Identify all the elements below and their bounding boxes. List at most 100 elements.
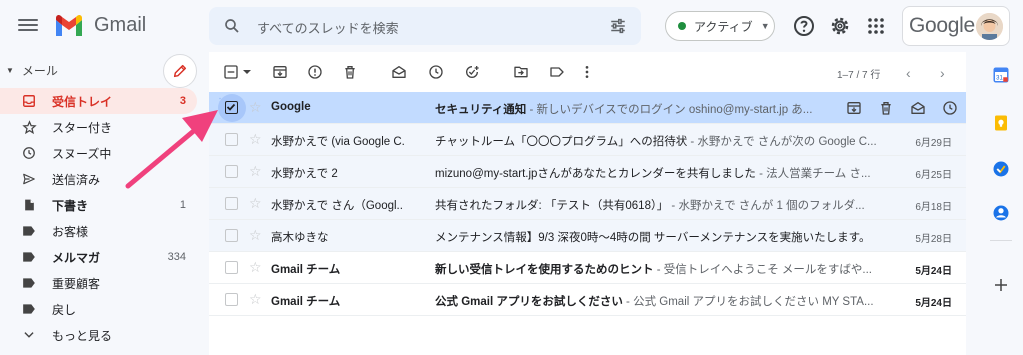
email-row[interactable]: ☆ 水野かえで (via Google C. チャットルーム「〇〇〇プログラム」…: [209, 124, 966, 156]
search-bar[interactable]: すべてのスレッドを検索: [209, 7, 641, 45]
sidebar-item-label: スヌーズ中: [52, 146, 112, 161]
tasks-icon[interactable]: [992, 160, 1010, 178]
email-sender: 水野かえで 2: [271, 168, 338, 180]
add-addon-icon[interactable]: [992, 276, 1010, 294]
more-options-icon[interactable]: [583, 64, 591, 80]
email-sender: Gmail チーム: [271, 296, 341, 308]
sidebar-item-label: 下書き: [52, 198, 89, 213]
mail-list-panel: 1–7 / 7 行 ‹ › ⋮⋮ ☆ Google セキュリティ通知 - 新しい…: [209, 52, 966, 355]
email-row[interactable]: ☆ Gmail チーム 公式 Gmail アプリをお試しください - 公式 Gm…: [209, 284, 966, 316]
star-toggle-icon[interactable]: ☆: [249, 99, 262, 116]
email-subject: 共有されたフォルダ: 「テスト（共有0618）」: [435, 200, 669, 212]
delete-icon[interactable]: [342, 64, 358, 80]
email-row[interactable]: ☆ 水野かえで 2 mizuno@my-start.jpさんがあなたとカレンダー…: [209, 156, 966, 188]
snooze-icon[interactable]: [942, 100, 958, 116]
email-snippet: - 受信トレイへようこそ メールをすばや...: [653, 264, 872, 276]
mark-as-read-icon[interactable]: [910, 100, 926, 116]
star-toggle-icon[interactable]: ☆: [249, 195, 262, 212]
email-date: 6月18日: [915, 202, 952, 213]
calendar-icon[interactable]: 31: [992, 66, 1010, 84]
sidebar-item-drafts[interactable]: 下書き 1: [0, 192, 197, 218]
archive-icon[interactable]: [272, 64, 288, 80]
label-icon: [21, 275, 37, 291]
search-icon[interactable]: [223, 17, 241, 35]
email-snippet: - 法人営業チーム さ...: [755, 168, 871, 180]
row-checkbox[interactable]: [225, 197, 238, 210]
star-icon: [21, 119, 37, 135]
delete-icon[interactable]: [878, 100, 894, 116]
add-to-tasks-icon[interactable]: [464, 64, 480, 80]
select-dropdown-icon[interactable]: [242, 64, 252, 80]
email-date: 6月29日: [915, 138, 952, 149]
chevron-down-icon: [21, 327, 37, 343]
label-icon: [21, 301, 37, 317]
row-checkbox[interactable]: [225, 261, 238, 274]
label-as-icon[interactable]: [549, 64, 565, 80]
keep-icon[interactable]: [992, 114, 1010, 132]
email-sender: 高木ゆきな: [271, 232, 329, 244]
avatar[interactable]: [976, 13, 1003, 40]
sidebar-item-label: 重要顧客: [52, 276, 101, 291]
collapse-triangle-icon[interactable]: ▼: [6, 66, 14, 75]
inbox-icon: [21, 93, 37, 109]
prev-page-icon[interactable]: ‹: [906, 65, 911, 81]
star-toggle-icon[interactable]: ☆: [249, 131, 262, 148]
mark-as-read-icon[interactable]: [391, 64, 407, 80]
select-checkbox-icon[interactable]: [223, 64, 239, 80]
caret-down-icon: ▼: [760, 21, 770, 31]
sidebar-item-label-customers[interactable]: お客様: [0, 218, 197, 244]
mail-section-header[interactable]: ▼ メール: [6, 62, 58, 79]
email-snippet: - 水野かえで さんが 1 個のフォルダ...: [668, 200, 865, 212]
email-row[interactable]: ☆ Gmail チーム 新しい受信トレイを使用するためのヒント - 受信トレイへ…: [209, 252, 966, 284]
email-subject: mizuno@my-start.jpさんがあなたとカレンダーを共有しました: [435, 168, 756, 180]
snooze-icon[interactable]: [428, 64, 444, 80]
archive-icon[interactable]: [846, 100, 862, 116]
side-panel: 31: [980, 52, 1023, 355]
email-sender: 水野かえで (via Google C.: [271, 136, 405, 148]
email-subject: セキュリティ通知: [435, 104, 527, 116]
sidebar-item-more[interactable]: もっと見る: [0, 322, 197, 348]
status-chip[interactable]: アクティブ ▼: [665, 11, 775, 41]
contacts-icon[interactable]: [992, 204, 1010, 222]
row-checkbox[interactable]: [225, 229, 238, 242]
sidebar-item-label-important-clients[interactable]: 重要顧客: [0, 270, 197, 296]
star-toggle-icon[interactable]: ☆: [249, 259, 262, 276]
app-name: Gmail: [94, 14, 147, 36]
email-row[interactable]: ☆ 高木ゆきな メンテナンス情報】9/3 深夜0時〜4時の間 サーバーメンテナン…: [209, 220, 966, 252]
gmail-logo[interactable]: Gmail: [54, 14, 146, 37]
sidebar-item-label: 送信済み: [52, 172, 101, 187]
email-subject: メンテナンス情報】9/3 深夜0時〜4時の間 サーバーメンテナンスを実施いたしま…: [435, 232, 871, 244]
email-preview: 新しい受信トレイを使用するためのヒント - 受信トレイへようこそ メールをすばや…: [435, 261, 887, 277]
search-input[interactable]: すべてのスレッドを検索: [257, 18, 399, 37]
star-toggle-icon[interactable]: ☆: [249, 227, 262, 244]
settings-icon[interactable]: [828, 14, 852, 38]
sidebar-item-label: もっと見る: [52, 328, 113, 343]
email-row[interactable]: ☆ 水野かえで さん（Googl.. 共有されたフォルダ: 「テスト（共有061…: [209, 188, 966, 220]
send-icon: [21, 171, 37, 187]
email-row[interactable]: ⋮⋮ ☆ Google セキュリティ通知 - 新しいデバイスでのログイン osh…: [209, 92, 966, 124]
apps-grid-icon[interactable]: [864, 14, 888, 38]
next-page-icon[interactable]: ›: [940, 65, 945, 81]
sidebar-item-label: スター付き: [52, 120, 113, 135]
move-to-icon[interactable]: [513, 64, 529, 80]
account-switcher[interactable]: Google: [902, 6, 1010, 46]
report-spam-icon[interactable]: [307, 64, 323, 80]
clock-icon: [21, 145, 37, 161]
sidebar-item-label: 戻し: [52, 302, 77, 317]
email-preview: メンテナンス情報】9/3 深夜0時〜4時の間 サーバーメンテナンスを実施いたしま…: [435, 229, 887, 245]
star-toggle-icon[interactable]: ☆: [249, 163, 262, 180]
star-toggle-icon[interactable]: ☆: [249, 291, 262, 308]
sidebar-item-label-return[interactable]: 戻し: [0, 296, 197, 322]
gmail-m-icon: [56, 14, 82, 36]
help-icon[interactable]: [792, 14, 816, 38]
search-options-icon[interactable]: [609, 17, 627, 35]
main-menu-icon[interactable]: [18, 16, 38, 36]
email-snippet: - 新しいデバイスでのログイン oshino@my-start.jp あ...: [526, 104, 813, 116]
row-checkbox[interactable]: [225, 293, 238, 306]
sidebar-item-label-newsletter[interactable]: メルマガ 334: [0, 244, 197, 270]
top-bar: Gmail すべてのスレッドを検索 アクティブ ▼ Google: [0, 0, 1023, 52]
email-subject: 公式 Gmail アプリをお試しください: [435, 296, 623, 308]
compose-button[interactable]: [163, 54, 197, 88]
unread-count: 334: [167, 251, 186, 263]
google-wordmark: Google: [909, 14, 975, 37]
